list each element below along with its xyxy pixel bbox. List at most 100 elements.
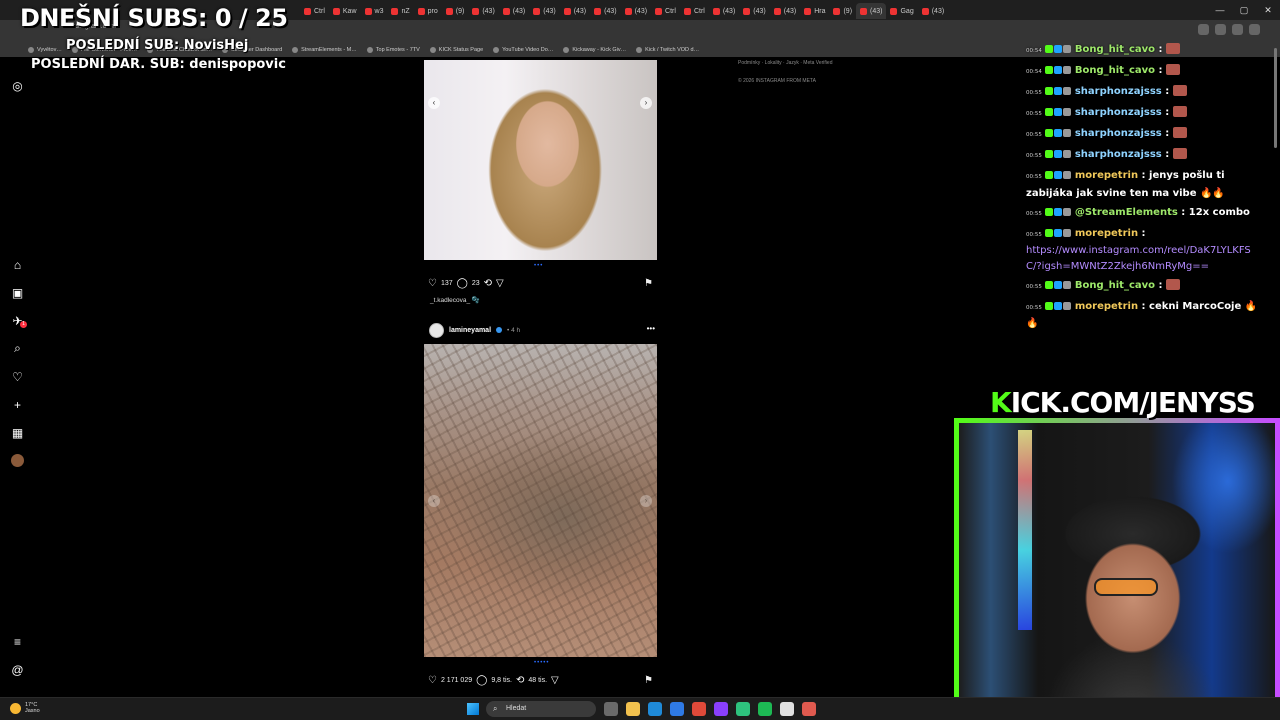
taskbar-app-icon[interactable] — [626, 702, 640, 716]
post-image-city[interactable] — [424, 344, 657, 657]
taskbar-app-icon[interactable] — [604, 702, 618, 716]
chat-badge-icon — [1062, 228, 1071, 237]
browser-tab[interactable]: (9) — [442, 3, 469, 19]
save-icon[interactable]: ⚑ — [644, 278, 653, 289]
bookmark-item[interactable]: Kick / Twitch VOD d… — [636, 46, 699, 53]
kick-chat: 00:54 Bong_hit_cavo : 00:54 Bong_hit_cavo … — [1026, 42, 1266, 335]
bookmark-item[interactable]: Top Emotes - 7TV — [366, 46, 420, 53]
profile-avatar-icon[interactable] — [11, 454, 24, 467]
taskbar-app-icon[interactable] — [736, 702, 750, 716]
comment-icon[interactable]: ◯ — [457, 278, 468, 289]
like-icon[interactable]: ♡ — [428, 675, 437, 686]
bookmark-favicon-icon — [292, 46, 299, 53]
taskbar-search-input[interactable]: ⌕ Hledat — [486, 701, 596, 717]
browser-tab[interactable]: (43) — [918, 3, 948, 19]
post-username[interactable]: lamineyamal — [449, 327, 491, 334]
carousel-prev-icon[interactable]: ‹ — [428, 495, 440, 507]
tab-favicon-icon — [364, 7, 372, 15]
bookmark-item[interactable]: YouTube Video Do… — [493, 46, 553, 53]
browser-tab[interactable]: (43) — [560, 3, 590, 19]
chat-username[interactable]: sharphonzajsss — [1075, 107, 1162, 118]
minimize-icon[interactable]: — — [1208, 0, 1232, 20]
browser-tab[interactable]: Ctrl — [680, 3, 709, 19]
browser-tab[interactable]: nZ — [387, 3, 413, 19]
like-icon[interactable]: ♡ — [428, 278, 437, 289]
browser-tab[interactable]: Gag — [886, 3, 917, 19]
repost-icon[interactable]: ⟲ — [484, 278, 492, 289]
bookmark-label: Top Emotes - 7TV — [375, 46, 420, 53]
browser-tab[interactable]: (9) — [829, 3, 856, 19]
browser-tab[interactable]: w3 — [361, 3, 388, 19]
chat-username[interactable]: Bong_hit_cavo — [1075, 65, 1155, 76]
extension-icon[interactable] — [1198, 24, 1209, 35]
browser-tab[interactable]: (43) — [621, 3, 651, 19]
chat-username[interactable]: sharphonzajsss — [1075, 128, 1162, 139]
share-icon[interactable]: ▽ — [551, 675, 559, 686]
carousel-prev-icon[interactable]: ‹ — [428, 97, 440, 109]
bookmark-item[interactable]: Vyvětov… — [28, 46, 62, 53]
threads-icon[interactable]: @ — [11, 663, 24, 677]
dashboard-icon[interactable]: ▦ — [11, 426, 24, 440]
carousel-next-icon[interactable]: › — [640, 495, 652, 507]
browser-tab[interactable]: (43) — [468, 3, 498, 19]
browser-tab[interactable]: Kaw — [329, 3, 361, 19]
taskbar-app-icon[interactable] — [648, 702, 662, 716]
avatar[interactable] — [429, 322, 444, 338]
chat-username[interactable]: @StreamElements — [1075, 207, 1178, 218]
taskbar-app-icon[interactable] — [758, 702, 772, 716]
chat-username[interactable]: sharphonzajsss — [1075, 149, 1162, 160]
chat-link[interactable]: https://www.instagram.com/reel/DaK7LYLKF… — [1026, 245, 1251, 272]
taskbar-app-icon[interactable] — [780, 702, 794, 716]
instagram-icon[interactable]: ◎ — [11, 79, 24, 93]
chat-scrollbar[interactable] — [1274, 48, 1277, 148]
extension-icon[interactable] — [1215, 24, 1226, 35]
browser-tab[interactable]: (43) — [529, 3, 559, 19]
streamer-glasses — [1094, 578, 1158, 596]
weather-widget[interactable]: 17°C Jasno — [10, 702, 40, 714]
browser-tab[interactable]: (43) — [590, 3, 620, 19]
notifications-icon[interactable]: ♡ — [11, 370, 24, 384]
search-icon[interactable]: ⌕ — [11, 341, 24, 355]
windows-start-icon[interactable] — [467, 703, 479, 715]
browser-tab[interactable]: (43) — [709, 3, 739, 19]
bookmark-item[interactable]: KICK Status Page — [429, 46, 483, 53]
post-caption[interactable]: _t.kadlecova_ 🫧 — [430, 296, 480, 304]
browser-tab[interactable]: (43) — [770, 3, 800, 19]
profile-icon[interactable] — [1249, 24, 1260, 35]
repost-icon[interactable]: ⟲ — [516, 675, 524, 686]
home-icon[interactable]: ⌂ — [11, 258, 24, 272]
chat-username[interactable]: Bong_hit_cavo — [1075, 280, 1155, 291]
tab-favicon-icon — [860, 7, 868, 15]
browser-tab[interactable]: Ctrl — [300, 3, 329, 19]
taskbar-app-icon[interactable] — [692, 702, 706, 716]
browser-tab[interactable]: Ctrl — [651, 3, 680, 19]
chat-username[interactable]: morepetrin — [1075, 301, 1138, 312]
extension-icon[interactable] — [1232, 24, 1243, 35]
maximize-icon[interactable]: ▢ — [1232, 0, 1256, 20]
bookmark-item[interactable]: StreamElements - M… — [292, 46, 357, 53]
save-icon[interactable]: ⚑ — [644, 675, 653, 686]
post-image-portrait[interactable] — [424, 60, 657, 260]
chat-username[interactable]: morepetrin — [1075, 228, 1138, 239]
chat-username[interactable]: morepetrin — [1075, 170, 1138, 181]
share-icon[interactable]: ▽ — [496, 278, 504, 289]
close-icon[interactable]: ✕ — [1256, 0, 1280, 20]
menu-icon[interactable]: ≡ — [11, 635, 24, 649]
carousel-next-icon[interactable]: › — [640, 97, 652, 109]
more-options-icon[interactable]: ••• — [647, 324, 655, 333]
footer-links[interactable]: Podmínky · Lokality · Jazyk · Meta Verif… — [738, 60, 832, 66]
comment-icon[interactable]: ◯ — [476, 675, 487, 686]
browser-tab[interactable]: (43) — [739, 3, 769, 19]
browser-tab[interactable]: (43) — [499, 3, 529, 19]
bookmark-item[interactable]: Kickaway - Kick Giv… — [563, 46, 626, 53]
chat-username[interactable]: Bong_hit_cavo — [1075, 44, 1155, 55]
taskbar-app-icon[interactable] — [802, 702, 816, 716]
create-icon[interactable]: + — [11, 398, 24, 412]
browser-tab[interactable]: pro — [414, 3, 442, 19]
browser-tab[interactable]: (43) — [856, 3, 887, 19]
chat-username[interactable]: sharphonzajsss — [1075, 86, 1162, 97]
taskbar-app-icon[interactable] — [714, 702, 728, 716]
browser-tab[interactable]: Hra — [800, 3, 829, 19]
taskbar-app-icon[interactable] — [670, 702, 684, 716]
reels-icon[interactable]: ▣ — [11, 286, 24, 300]
